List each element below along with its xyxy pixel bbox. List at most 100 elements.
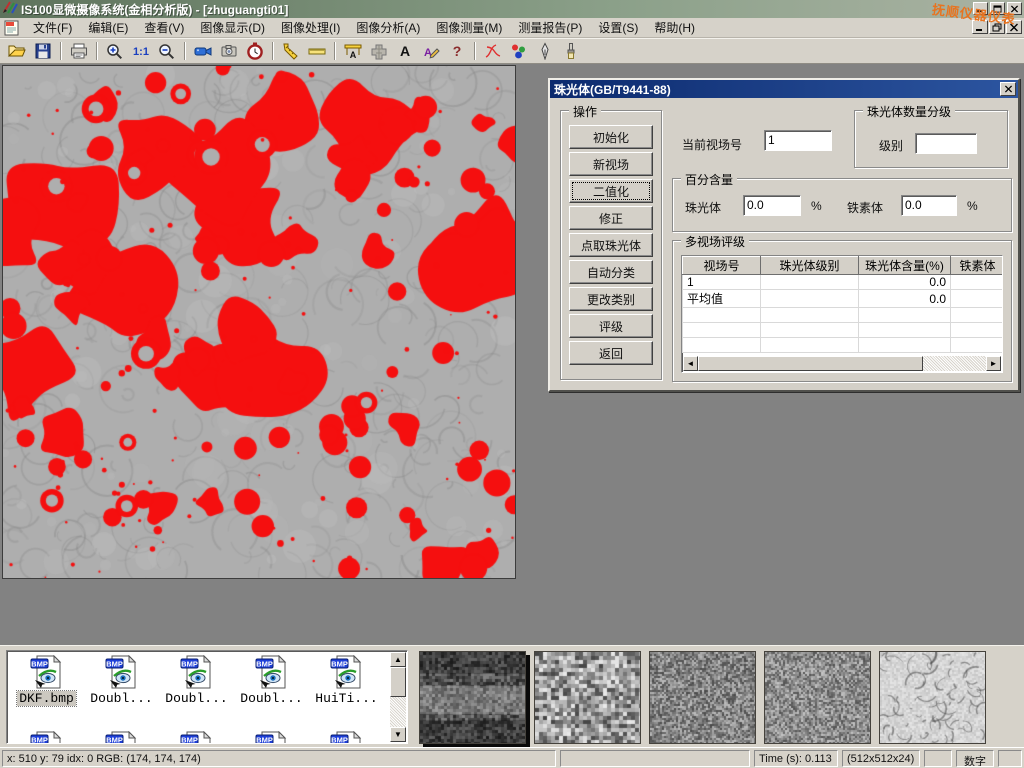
ruler-button[interactable]	[304, 40, 330, 62]
thumbnail-image[interactable]	[879, 651, 986, 744]
operation-button-9[interactable]: 返回	[569, 341, 653, 365]
pearlite-value-input[interactable]: 0.0	[743, 195, 801, 216]
actual-size-icon: 1:1	[131, 42, 151, 60]
operation-button-2[interactable]: 新视场	[569, 152, 653, 176]
camera-capture-button[interactable]	[216, 40, 242, 62]
menu-item[interactable]: 设置(S)	[590, 17, 646, 38]
print-icon	[69, 42, 89, 60]
file-item[interactable]: BMP	[9, 731, 84, 744]
table-row[interactable]: 平均值0.0	[683, 290, 1004, 308]
zoom-out-button[interactable]	[154, 40, 180, 62]
operation-button-7[interactable]: 更改类别	[569, 287, 653, 311]
operation-button-1[interactable]: 初始化	[569, 125, 653, 149]
toolbar-separator	[60, 42, 62, 60]
scroll-right-icon[interactable]: ►	[986, 356, 1001, 371]
menu-item[interactable]: 图像显示(D)	[192, 17, 273, 38]
table-cell	[951, 275, 1004, 290]
menu-item[interactable]: 图像分析(A)	[348, 17, 428, 38]
thumbnail-image[interactable]	[764, 651, 871, 744]
table-row[interactable]: 10.0	[683, 275, 1004, 290]
file-item[interactable]: BMPDoubl...	[84, 655, 159, 706]
toolbar: 1:1AAA?	[0, 38, 1024, 64]
table-cell	[951, 323, 1004, 338]
operation-button-5[interactable]: 点取珠光体	[569, 233, 653, 257]
save-button[interactable]	[30, 40, 56, 62]
curve-tool-button[interactable]	[480, 40, 506, 62]
file-item[interactable]: BMPDoubl...	[159, 655, 234, 706]
thumbnail-image[interactable]	[649, 651, 756, 744]
pen-tool-button[interactable]	[532, 40, 558, 62]
annotate-button[interactable]: A	[418, 40, 444, 62]
file-item[interactable]: BMP	[84, 731, 159, 744]
table-hscrollbar[interactable]: ◄ ►	[683, 356, 1001, 371]
title-bar: IS100显微摄像系统(金相分析版) - [zhuguangti01]	[0, 0, 1024, 18]
file-item[interactable]: BMP	[309, 731, 384, 744]
zoom-in-button[interactable]	[102, 40, 128, 62]
column-header: 视场号	[683, 257, 761, 275]
caliper-button[interactable]	[278, 40, 304, 62]
thumbnail-image[interactable]	[419, 651, 526, 744]
operation-button-3[interactable]: 二值化	[569, 179, 653, 203]
scroll-up-icon[interactable]: ▲	[390, 652, 406, 667]
file-item[interactable]: BMPHuiTi...	[309, 655, 384, 706]
thumbnail-image[interactable]	[534, 651, 641, 744]
menu-item[interactable]: 测量报告(P)	[510, 17, 590, 38]
table-cell	[859, 338, 951, 353]
video-capture-button[interactable]	[190, 40, 216, 62]
menu-item[interactable]: 图像处理(I)	[273, 17, 348, 38]
menu-item[interactable]: 文件(F)	[25, 17, 80, 38]
file-item[interactable]: BMP	[159, 731, 234, 744]
brush-tool-button[interactable]	[558, 40, 584, 62]
svg-text:BMP: BMP	[331, 735, 348, 744]
open-icon	[7, 42, 27, 60]
camera-capture-icon	[219, 42, 239, 60]
help-button[interactable]: ?	[444, 40, 470, 62]
file-list-vscrollbar[interactable]: ▲ ▼	[390, 652, 406, 742]
application-window: IS100显微摄像系统(金相分析版) - [zhuguangti01] 抚顺仪器…	[0, 0, 1024, 768]
file-item[interactable]: BMPDoubl...	[234, 655, 309, 706]
menu-item[interactable]: 帮助(H)	[646, 17, 703, 38]
open-button[interactable]	[4, 40, 30, 62]
vscroll-thumb[interactable]	[390, 667, 406, 697]
svg-text:BMP: BMP	[106, 735, 123, 744]
scroll-left-icon[interactable]: ◄	[683, 356, 698, 371]
file-item[interactable]: BMPDKF.bmp	[9, 655, 84, 706]
toolbar-separator	[334, 42, 336, 60]
measure-label-button[interactable]: A	[340, 40, 366, 62]
operation-button-8[interactable]: 评级	[569, 314, 653, 338]
bmp-file-icon: BMP	[30, 731, 64, 744]
toolbar-separator	[96, 42, 98, 60]
timer-icon	[245, 42, 265, 60]
operation-button-6[interactable]: 自动分类	[569, 260, 653, 284]
table-row[interactable]	[683, 338, 1004, 353]
ferrite-value-input[interactable]: 0.0	[901, 195, 957, 216]
menu-item[interactable]: 图像测量(M)	[428, 17, 510, 38]
current-view-input[interactable]: 1	[764, 130, 832, 151]
table-cell: 0.0	[859, 290, 951, 308]
specimen-image[interactable]	[2, 65, 516, 579]
print-button[interactable]	[66, 40, 92, 62]
bmp-file-icon: BMP	[30, 655, 64, 689]
menu-item[interactable]: 编辑(E)	[80, 17, 136, 38]
level-input[interactable]	[915, 133, 977, 154]
timer-button[interactable]	[242, 40, 268, 62]
menu-item[interactable]: 查看(V)	[136, 17, 192, 38]
column-header: 铁素体	[951, 257, 1004, 275]
table-row[interactable]	[683, 323, 1004, 338]
actual-size-button[interactable]: 1:1	[128, 40, 154, 62]
file-name: Doubl...	[238, 691, 304, 706]
table-cell	[683, 323, 761, 338]
text-label-button[interactable]: A	[392, 40, 418, 62]
hscroll-thumb[interactable]	[698, 356, 923, 371]
time-readout: Time (s): 0.113	[754, 750, 838, 767]
operation-group-label: 操作	[569, 103, 601, 120]
particle-analysis-button[interactable]	[506, 40, 532, 62]
scroll-down-icon[interactable]: ▼	[390, 727, 406, 742]
grid-cross-button[interactable]	[366, 40, 392, 62]
operation-button-4[interactable]: 修正	[569, 206, 653, 230]
file-list: BMPDKF.bmpBMPDoubl...BMPDoubl...BMPDoubl…	[6, 650, 408, 744]
table-row[interactable]	[683, 308, 1004, 323]
file-item[interactable]: BMP	[234, 731, 309, 744]
dialog-close-button[interactable]	[1000, 82, 1016, 96]
table-cell	[951, 290, 1004, 308]
